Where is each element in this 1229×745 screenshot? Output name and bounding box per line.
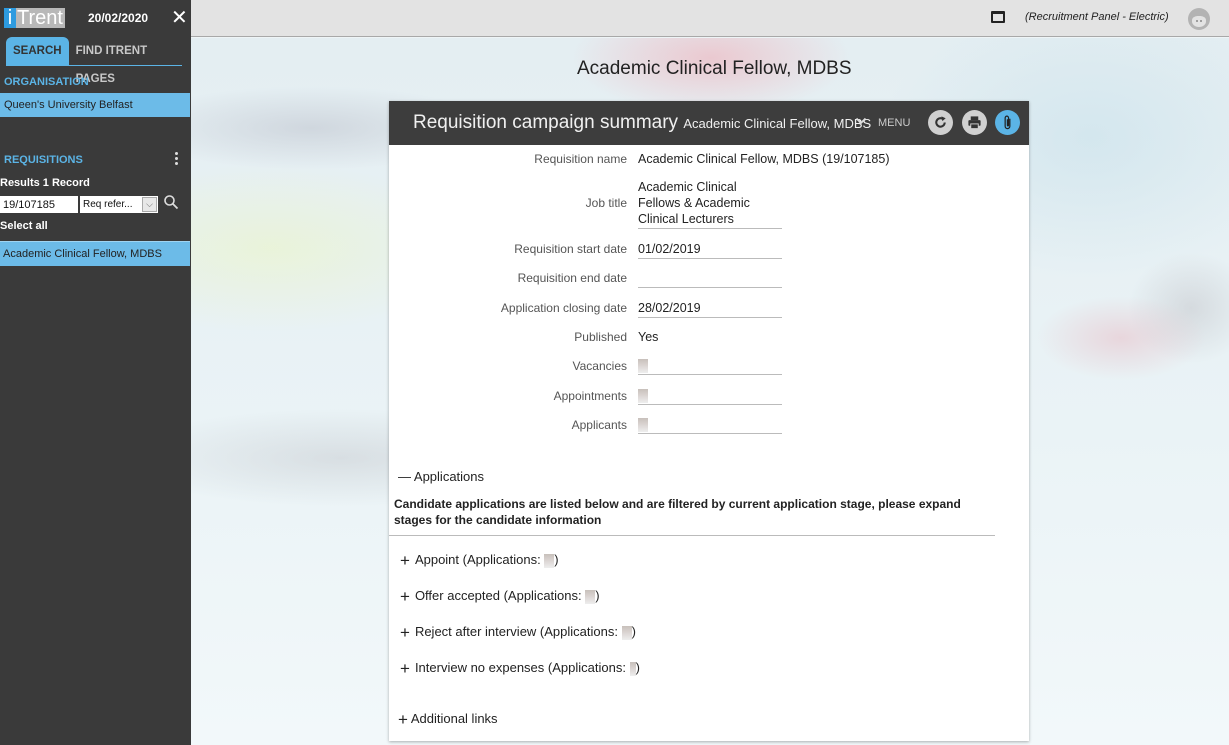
itrent-logo: i Trent (4, 8, 65, 28)
sidebar-tabs: SEARCH FIND ITRENT PAGES (6, 37, 182, 85)
field-label: Job title (585, 196, 627, 210)
expand-icon: + (400, 659, 410, 678)
stage-suffix: ) (631, 624, 636, 639)
panel-header: Requisition campaign summary Academic Cl… (389, 101, 1029, 145)
menu-button[interactable]: MENU (878, 117, 910, 129)
expand-icon: + (400, 551, 410, 570)
stage-label: Offer accepted (Applications: (414, 588, 586, 603)
stage-label: Reject after interview (Applications: (414, 624, 622, 639)
applications-description: Candidate applications are listed below … (394, 497, 961, 527)
field-value: Yes (638, 330, 659, 344)
current-date: 20/02/2020 (88, 11, 149, 25)
refresh-icon (935, 116, 946, 128)
expand-icon: + (400, 587, 410, 606)
field-label: Requisition start date (514, 242, 627, 256)
results-count: Results 1 Record (0, 177, 90, 189)
field-label: Application closing date (500, 301, 627, 315)
result-item[interactable]: Academic Clinical Fellow, MDBS (0, 241, 190, 266)
field-value: Academic Clinical Fellow, MDBS (19/10718… (638, 152, 890, 166)
divider (389, 535, 995, 536)
role-text[interactable]: (Recruitment Panel - Electric) (1025, 11, 1169, 23)
requisitions-more-icon[interactable] (172, 152, 180, 165)
field-label: Applicants (571, 418, 627, 432)
additional-links-label: Additional links (410, 711, 498, 726)
chevron-down-icon[interactable] (855, 115, 867, 127)
field-value-redacted (638, 357, 782, 375)
print-icon (968, 116, 981, 130)
field-value: 01/02/2019 (638, 241, 782, 259)
field-label: Requisition end date (517, 271, 627, 285)
redacted-count (585, 589, 596, 604)
close-sidebar-icon[interactable]: ✕ (171, 8, 188, 28)
paperclip-icon (1004, 115, 1011, 130)
search-icon[interactable] (163, 194, 179, 210)
field-value: Academic Clinical Fellows & Academic Cli… (638, 179, 782, 229)
stage-appoint[interactable]: + Appoint (Applications: ) (400, 551, 559, 571)
sidebar: i Trent 20/02/2020 ✕ SEARCH FIND ITRENT … (0, 0, 191, 745)
stage-reject-after-interview[interactable]: + Reject after interview (Applications: ) (400, 623, 636, 643)
stage-suffix: ) (595, 588, 600, 603)
field-value: 28/02/2019 (638, 300, 782, 318)
field-label: Vacancies (572, 359, 627, 373)
top-bar: (Recruitment Panel - Electric) (191, 0, 1229, 37)
collapse-icon: — (398, 469, 411, 484)
applications-section-toggle[interactable]: — Applications (398, 469, 484, 484)
tab-find-itrent-pages[interactable]: FIND ITRENT PAGES (69, 37, 182, 85)
expand-icon: + (400, 623, 410, 642)
panel-title: Requisition campaign summary Academic Cl… (413, 112, 871, 134)
requisition-summary-panel: Requisition campaign summary Academic Cl… (389, 101, 1029, 741)
expand-icon: + (398, 710, 408, 729)
refresh-button[interactable] (928, 110, 953, 135)
stage-offer-accepted[interactable]: + Offer accepted (Applications: ) (400, 587, 600, 607)
stage-interview-no-expenses[interactable]: + Interview no expenses (Applications: ) (400, 659, 640, 679)
attachment-button[interactable] (995, 110, 1020, 135)
redacted-count (544, 553, 555, 568)
tab-search[interactable]: SEARCH (6, 37, 69, 65)
search-input[interactable] (0, 196, 78, 213)
field-value-redacted (638, 387, 782, 405)
field-label: Published (574, 330, 627, 344)
field-value (638, 270, 782, 288)
print-button[interactable] (962, 110, 987, 135)
requisitions-label: REQUISITIONS (4, 154, 83, 166)
field-value-redacted (638, 416, 782, 434)
redacted-count (621, 625, 632, 640)
field-label: Requisition name (534, 152, 627, 166)
field-label: Appointments (553, 389, 627, 403)
additional-links-toggle[interactable]: + Additional links (398, 710, 498, 730)
select-all-link[interactable]: Select all (0, 220, 48, 232)
applications-label: Applications (413, 469, 485, 484)
search-type-selected: Req refer... (83, 199, 133, 210)
stage-suffix: ) (635, 660, 640, 675)
avatar[interactable] (1188, 8, 1210, 30)
organisation-item[interactable]: Queen's University Belfast (0, 93, 190, 117)
stage-label: Appoint (Applications: (414, 552, 545, 567)
window-icon[interactable] (991, 11, 1005, 23)
chevron-down-icon[interactable]: ⌵ (142, 197, 157, 212)
logo-i: i (4, 8, 16, 28)
panel-subtitle: Academic Clinical Fellow, MDBS (683, 116, 872, 131)
search-type-select[interactable]: Req refer... ⌵ (80, 196, 158, 213)
stage-suffix: ) (554, 552, 559, 567)
logo-text: Trent (16, 7, 65, 29)
stage-label: Interview no expenses (Applications: (414, 660, 630, 675)
panel-title-main: Requisition campaign summary (413, 112, 679, 133)
organisation-label: ORGANISATION (4, 76, 89, 88)
page-title: Academic Clinical Fellow, MDBS (577, 58, 852, 79)
